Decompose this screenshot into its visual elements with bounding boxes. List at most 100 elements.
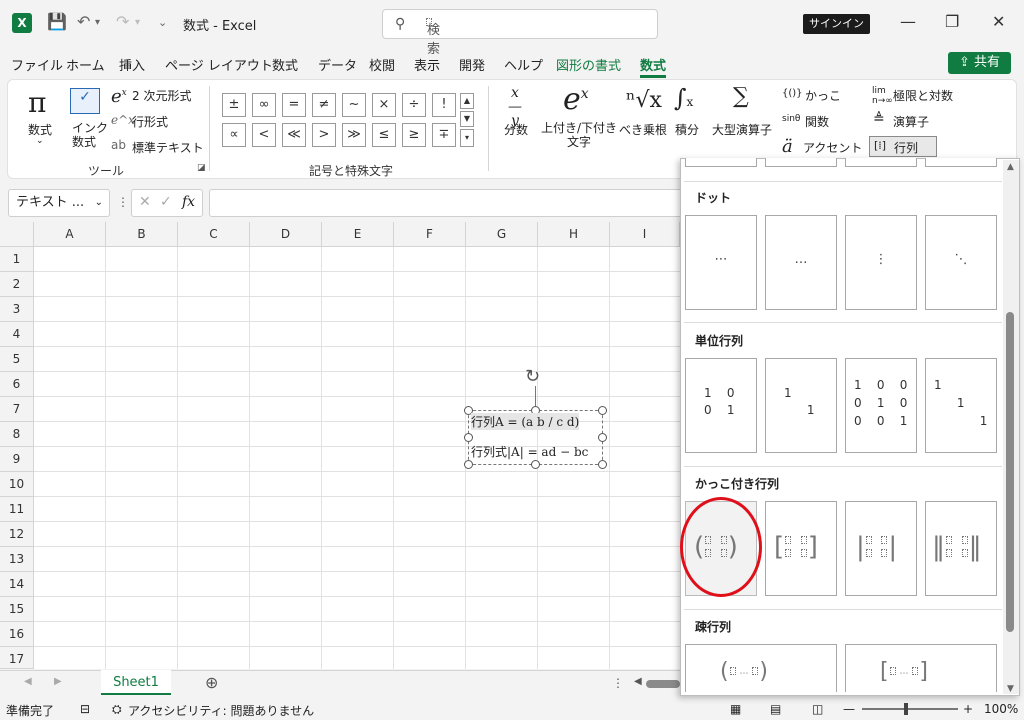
column-header[interactable]: H <box>538 222 610 247</box>
normal-view-icon[interactable]: ▦ <box>730 702 741 716</box>
large-operator-button[interactable]: 大型演算子 <box>712 121 772 138</box>
identity-2x2-tile[interactable]: 1 00 1 <box>685 358 757 453</box>
sparse-bracket-matrix-tile[interactable]: [ ⋯ ] <box>845 644 997 692</box>
close-icon[interactable]: ✕ <box>992 12 1005 31</box>
row-header[interactable]: 12 <box>0 522 34 547</box>
symbol-infinity[interactable]: ∞ <box>252 93 276 117</box>
restore-icon[interactable]: ❐ <box>945 12 959 31</box>
scroll-up-arrow-icon[interactable]: ▲ <box>1007 162 1014 172</box>
gallery-tile-partial[interactable] <box>925 158 997 167</box>
normal-text-button[interactable]: 標準テキスト <box>132 139 204 156</box>
symbol-much-less[interactable]: ≪ <box>282 123 306 147</box>
tab-page-layout[interactable]: ページ レイアウト <box>165 55 273 74</box>
undo-dropdown-icon[interactable]: ▾ <box>95 17 100 28</box>
row-header[interactable]: 11 <box>0 497 34 522</box>
square-bracket-matrix-tile[interactable]: [ ] <box>765 501 837 596</box>
tab-shape-format[interactable]: 図形の書式 <box>556 55 621 74</box>
symbol-minus-plus[interactable]: ∓ <box>432 123 456 147</box>
row-header[interactable]: 10 <box>0 472 34 497</box>
zoom-level[interactable]: 100% <box>984 702 1018 716</box>
more-icon[interactable]: ⋮ <box>117 195 129 209</box>
accessibility-icon[interactable]: ⛭ <box>112 702 122 717</box>
row-header[interactable]: 6 <box>0 372 34 397</box>
zoom-slider-thumb[interactable] <box>904 703 908 715</box>
integral-icon[interactable]: ∫x <box>674 84 693 112</box>
dots-vertical-tile[interactable]: ⋮ <box>845 215 917 310</box>
equation-line-1[interactable]: 行列A = (a b / c d) <box>471 413 580 430</box>
row-header[interactable]: 3 <box>0 297 34 322</box>
tab-home[interactable]: ホーム <box>66 55 105 74</box>
row-header[interactable]: 8 <box>0 422 34 447</box>
resize-handle[interactable] <box>598 406 607 415</box>
integral-button[interactable]: 積分 <box>675 121 699 138</box>
large-operator-icon[interactable]: ∑ <box>733 84 749 109</box>
save-icon[interactable]: 💾 <box>47 12 67 31</box>
resize-handle[interactable] <box>464 433 473 442</box>
zoom-in-icon[interactable]: + <box>963 702 973 716</box>
accent-button[interactable]: アクセント <box>803 139 862 156</box>
identity-3x3-tile[interactable]: 1 0 00 1 00 0 1 <box>845 358 917 453</box>
symbol-factorial[interactable]: ! <box>432 93 456 117</box>
symbol-greater-than[interactable]: > <box>312 123 336 147</box>
gallery-tile-partial[interactable] <box>685 158 757 167</box>
tab-help[interactable]: ヘルプ <box>504 55 543 74</box>
signin-button[interactable]: サインイン <box>803 14 870 34</box>
column-header[interactable]: C <box>178 222 250 247</box>
redo-dropdown-icon[interactable]: ▾ <box>135 17 140 28</box>
more-symbols-icon[interactable]: ▾ <box>460 129 474 147</box>
identity-3x3-sparse-tile[interactable]: 1 1 1 <box>925 358 997 453</box>
row-header[interactable]: 4 <box>0 322 34 347</box>
column-header[interactable]: A <box>34 222 106 247</box>
professional-button[interactable]: 2 次元形式 <box>132 87 191 104</box>
page-layout-view-icon[interactable]: ▤ <box>770 702 781 716</box>
column-header[interactable]: G <box>466 222 538 247</box>
cancel-icon[interactable]: ✕ <box>139 194 151 210</box>
scroll-down-icon[interactable]: ▼ <box>460 111 474 127</box>
resize-handle[interactable] <box>464 460 473 469</box>
minimize-icon[interactable]: — <box>900 12 916 31</box>
insert-function-icon[interactable]: fx <box>182 194 195 210</box>
tab-scroll-left-icon[interactable]: ◀ <box>24 676 32 687</box>
identity-2x2-sparse-tile[interactable]: 1 1 <box>765 358 837 453</box>
hscroll-left-icon[interactable]: ◀ <box>634 676 642 687</box>
resize-handle[interactable] <box>531 460 540 469</box>
row-header[interactable]: 15 <box>0 597 34 622</box>
radical-button[interactable]: べき乗根 <box>619 121 667 138</box>
undo-icon[interactable]: ↶ <box>77 12 90 31</box>
zoom-slider[interactable] <box>862 708 958 710</box>
formula-input[interactable] <box>209 189 689 217</box>
tab-scroll-right-icon[interactable]: ▶ <box>54 676 62 687</box>
linear-button[interactable]: 行形式 <box>132 113 168 130</box>
redo-icon[interactable]: ↷ <box>116 12 129 31</box>
gallery-tile-partial[interactable] <box>845 158 917 167</box>
limit-log-button[interactable]: 極限と対数 <box>893 87 953 104</box>
scroll-up-icon[interactable]: ▲ <box>460 93 474 109</box>
column-header[interactable]: B <box>106 222 178 247</box>
tab-equation[interactable]: 数式 <box>640 55 667 78</box>
symbol-tilde[interactable]: ~ <box>342 93 366 117</box>
tab-insert[interactable]: 挿入 <box>119 55 145 74</box>
select-all-corner[interactable] <box>0 222 34 247</box>
symbol-times[interactable]: × <box>372 93 396 117</box>
column-header[interactable]: E <box>322 222 394 247</box>
share-button[interactable]: ⇪ 共有 <box>948 52 1011 74</box>
fraction-button[interactable]: 分数 <box>504 121 528 138</box>
name-box[interactable]: テキスト ... ⌄ <box>8 189 110 217</box>
symbol-proportional[interactable]: ∝ <box>222 123 246 147</box>
resize-handle[interactable] <box>598 433 607 442</box>
equation-line-2[interactable]: 行列式|A| = ad − bc <box>471 443 588 460</box>
tab-view[interactable]: 表示 <box>414 55 440 74</box>
double-bar-matrix-tile[interactable]: ‖ ‖ <box>925 501 997 596</box>
symbol-divide[interactable]: ÷ <box>402 93 426 117</box>
ink-equation-icon[interactable]: ✓ <box>70 88 100 114</box>
column-header[interactable]: F <box>394 222 466 247</box>
zoom-out-icon[interactable]: — <box>843 702 855 716</box>
enter-icon[interactable]: ✓ <box>160 194 172 210</box>
dialog-launcher-icon[interactable]: ◪ <box>197 163 206 173</box>
row-header[interactable]: 9 <box>0 447 34 472</box>
operator-button[interactable]: 演算子 <box>893 113 929 130</box>
column-header[interactable]: D <box>250 222 322 247</box>
bracket-button[interactable]: かっこ <box>805 87 841 104</box>
row-header[interactable]: 14 <box>0 572 34 597</box>
symbol-plus-minus[interactable]: ± <box>222 93 246 117</box>
